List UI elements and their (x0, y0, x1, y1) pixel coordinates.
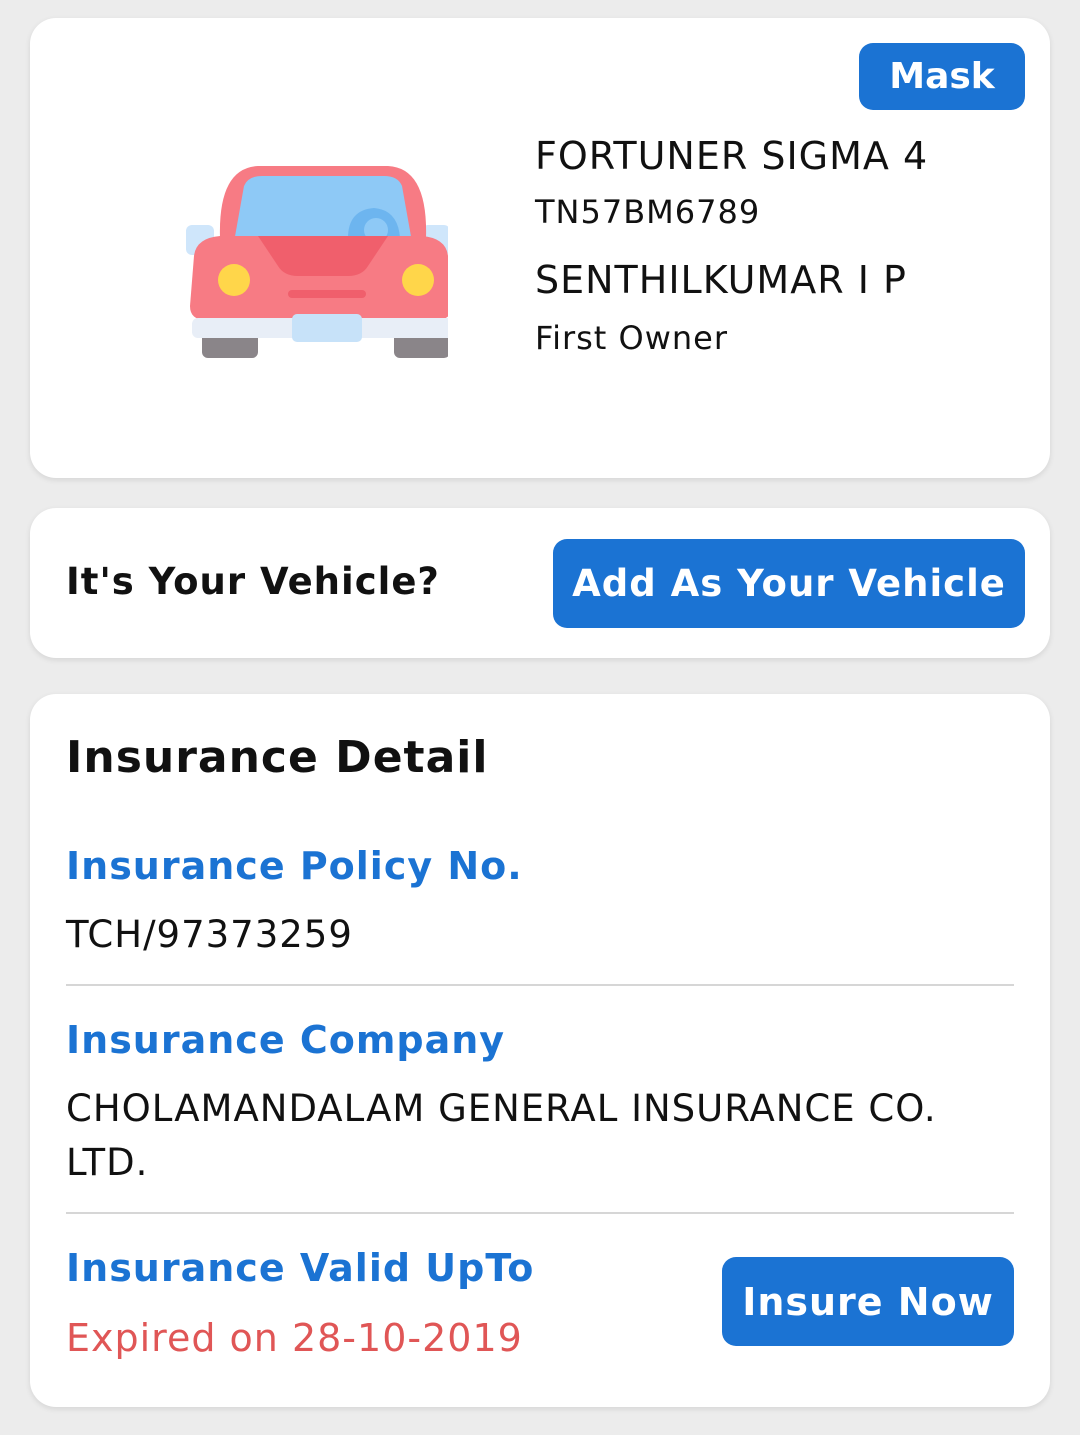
ownership-question: It's Your Vehicle? (66, 560, 440, 603)
policy-label: Insurance Policy No. (66, 844, 523, 888)
car-icon (186, 166, 448, 358)
validity-field: Insurance Valid UpTo Expired on 28-10-20… (66, 1242, 690, 1364)
expiry-status: Expired on 28-10-2019 (66, 1316, 523, 1360)
mask-button[interactable]: Mask (859, 43, 1025, 110)
add-vehicle-button[interactable]: Add As Your Vehicle (553, 539, 1025, 628)
policy-field: Insurance Policy No. TCH/97373259 (66, 840, 1014, 962)
divider (66, 984, 1014, 986)
ownership-card: It's Your Vehicle? Add As Your Vehicle (30, 508, 1050, 658)
vehicle-info: FORTUNER SIGMA 4 TN57BM6789 SENTHILKUMAR… (535, 130, 928, 360)
vehicle-model: FORTUNER SIGMA 4 (535, 134, 929, 178)
policy-value: TCH/97373259 (66, 913, 353, 956)
valid-label: Insurance Valid UpTo (66, 1246, 535, 1290)
insurance-card: Insurance Detail Insurance Policy No. TC… (30, 694, 1050, 1407)
company-value: CHOLAMANDALAM GENERAL INSURANCE CO. LTD. (66, 1087, 937, 1184)
insurance-title: Insurance Detail (66, 732, 489, 783)
company-field: Insurance Company CHOLAMANDALAM GENERAL … (66, 1014, 1014, 1190)
divider (66, 1212, 1014, 1214)
company-label: Insurance Company (66, 1018, 506, 1062)
vehicle-registration: TN57BM6789 (535, 193, 761, 231)
owner-name: SENTHILKUMAR I P (535, 258, 907, 302)
insure-now-button[interactable]: Insure Now (722, 1257, 1014, 1346)
owner-type: First Owner (535, 319, 728, 357)
vehicle-card: Mask FORTUNER SIGMA 4 TN57BM6789 SENTHIL… (30, 18, 1050, 478)
